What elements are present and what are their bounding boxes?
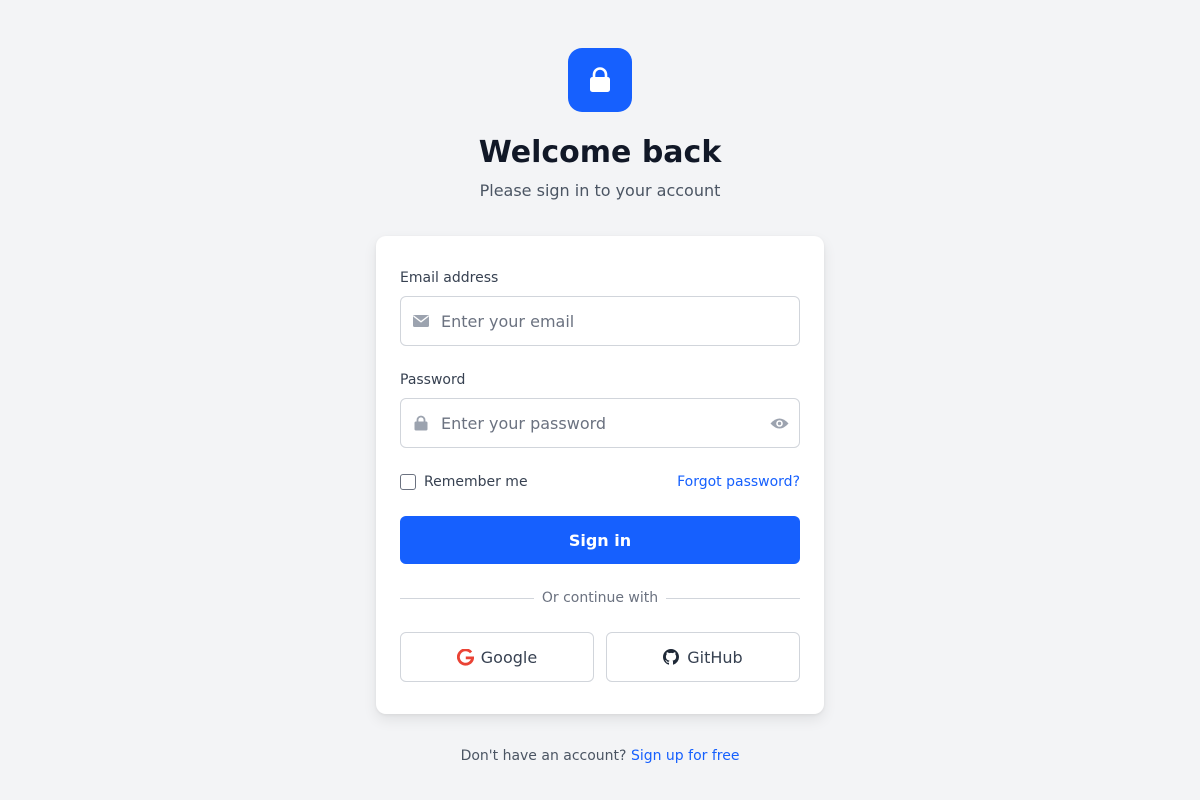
password-input[interactable] (441, 399, 761, 447)
envelope-icon (412, 312, 430, 330)
remember-checkbox[interactable] (400, 474, 416, 490)
signup-prompt-text: Don't have an account? (460, 748, 627, 764)
sign-in-button[interactable]: Sign in (400, 516, 800, 564)
remember-me[interactable]: Remember me (400, 474, 528, 490)
divider-line-right (666, 597, 801, 599)
signup-prompt: Don't have an account? Sign up for free (0, 747, 1200, 765)
page-subtitle: Please sign in to your account (479, 181, 721, 200)
password-field[interactable] (400, 398, 800, 448)
google-label: Google (480, 647, 538, 667)
password-label: Password (400, 372, 466, 388)
google-icon (456, 648, 474, 666)
email-input[interactable] (441, 297, 761, 345)
forgot-password-link[interactable]: Forgot password? (677, 474, 800, 490)
logo-badge (568, 48, 632, 112)
divider-text: Or continue with (541, 590, 659, 606)
sign-up-link[interactable]: Sign up for free (631, 748, 740, 764)
email-field[interactable] (400, 296, 800, 346)
lock-icon (590, 67, 610, 92)
lock-icon (412, 414, 430, 432)
divider: Or continue with (400, 590, 801, 606)
login-page: Welcome back Please sign in to your acco… (0, 0, 1200, 800)
github-label: GitHub (687, 647, 743, 667)
remember-label: Remember me (424, 474, 528, 490)
eye-icon[interactable] (769, 414, 789, 432)
github-icon (663, 649, 680, 666)
github-button[interactable]: GitHub (606, 632, 800, 682)
email-label: Email address (400, 270, 499, 286)
divider-line-left (400, 597, 534, 599)
login-card: Email address Password (376, 236, 824, 714)
google-button[interactable]: Google (400, 632, 594, 682)
page-title: Welcome back (478, 135, 722, 170)
